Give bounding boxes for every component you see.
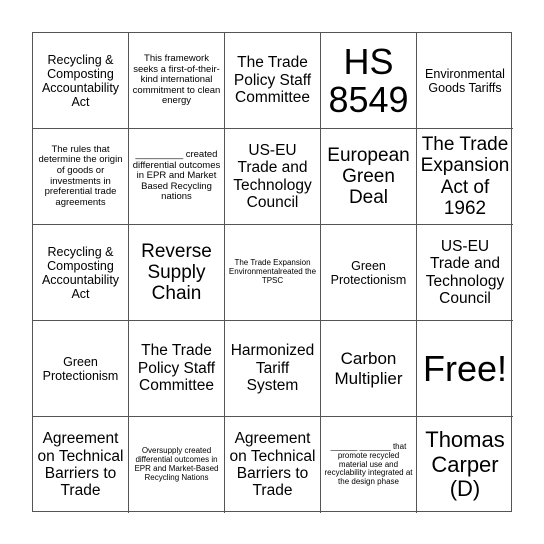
bingo-cell[interactable]: Free!: [417, 321, 513, 417]
bingo-cell[interactable]: Reverse Supply Chain: [129, 225, 225, 321]
cell-text: The Trade Expansion Act of 1962: [420, 133, 510, 219]
bingo-cell[interactable]: Green Protectionism: [321, 225, 417, 321]
cell-text: Green Protectionism: [330, 258, 407, 287]
cell-text: ______ _______ that promote recycled mat…: [324, 441, 413, 487]
cell-text: Harmonized Tariff System: [230, 342, 315, 395]
cell-text: The rules that determine the origin of g…: [38, 143, 123, 208]
bingo-cell[interactable]: US-EU Trade and Technology Council: [225, 129, 321, 225]
bingo-board: Recycling & Composting Accountability Ac…: [32, 32, 513, 513]
bingo-cell[interactable]: Carbon Multiplier: [321, 321, 417, 417]
cell-text: _________ created differential outcomes …: [132, 148, 221, 203]
bingo-cell[interactable]: The Trade Policy Staff Committee: [129, 321, 225, 417]
bingo-cell[interactable]: Harmonized Tariff System: [225, 321, 321, 417]
bingo-cell[interactable]: Agreement on Technical Barriers to Trade: [33, 417, 129, 513]
cell-text: US-EU Trade and Technology Council: [425, 237, 505, 307]
bingo-cell[interactable]: European Green Deal: [321, 129, 417, 225]
cell-text: This framework seeks a first-of-their-ki…: [132, 52, 221, 107]
bingo-cell[interactable]: US-EU Trade and Technology Council: [417, 225, 513, 321]
bingo-cell[interactable]: Thomas Carper (D): [417, 417, 513, 513]
cell-text: Carbon Multiplier: [334, 349, 403, 388]
bingo-cell[interactable]: _________ created differential outcomes …: [129, 129, 225, 225]
cell-text: Thomas Carper (D): [425, 427, 505, 502]
cell-text: The Trade Policy Staff Committee: [233, 54, 312, 107]
cell-text: Reverse Supply Chain: [141, 240, 212, 305]
bingo-cell[interactable]: The Trade Expansion Environmentalreated …: [225, 225, 321, 321]
bingo-cell[interactable]: HS 8549: [321, 33, 417, 129]
bingo-cell[interactable]: Recycling & Composting Accountability Ac…: [33, 33, 129, 129]
cell-text: Environmental Goods Tariffs: [425, 66, 505, 95]
cell-text: Agreement on Technical Barriers to Trade: [37, 430, 124, 500]
bingo-cell[interactable]: Agreement on Technical Barriers to Trade: [225, 417, 321, 513]
bingo-cell[interactable]: Recycling & Composting Accountability Ac…: [33, 225, 129, 321]
cell-text: Green Protectionism: [42, 354, 119, 383]
cell-text: US-EU Trade and Technology Council: [233, 141, 312, 211]
cell-text: European Green Deal: [327, 144, 410, 209]
bingo-cell[interactable]: This framework seeks a first-of-their-ki…: [129, 33, 225, 129]
bingo-cell[interactable]: The Trade Expansion Act of 1962: [417, 129, 513, 225]
cell-text: The Trade Expansion Environmentalreated …: [228, 258, 317, 285]
cell-text: The Trade Policy Staff Committee: [137, 342, 216, 395]
free-space: Free!: [422, 347, 508, 389]
cell-text: HS 8549: [328, 40, 409, 120]
cell-text: Recycling & Composting Accountability Ac…: [41, 52, 120, 109]
cell-text: Oversupply created differential outcomes…: [134, 446, 219, 482]
bingo-cell[interactable]: Environmental Goods Tariffs: [417, 33, 513, 129]
cell-text: Agreement on Technical Barriers to Trade: [229, 430, 316, 500]
bingo-cell[interactable]: Oversupply created differential outcomes…: [129, 417, 225, 513]
bingo-cell[interactable]: Green Protectionism: [33, 321, 129, 417]
bingo-cell[interactable]: The Trade Policy Staff Committee: [225, 33, 321, 129]
bingo-cell[interactable]: The rules that determine the origin of g…: [33, 129, 129, 225]
bingo-cell[interactable]: ______ _______ that promote recycled mat…: [321, 417, 417, 513]
cell-text: Recycling & Composting Accountability Ac…: [41, 244, 120, 301]
